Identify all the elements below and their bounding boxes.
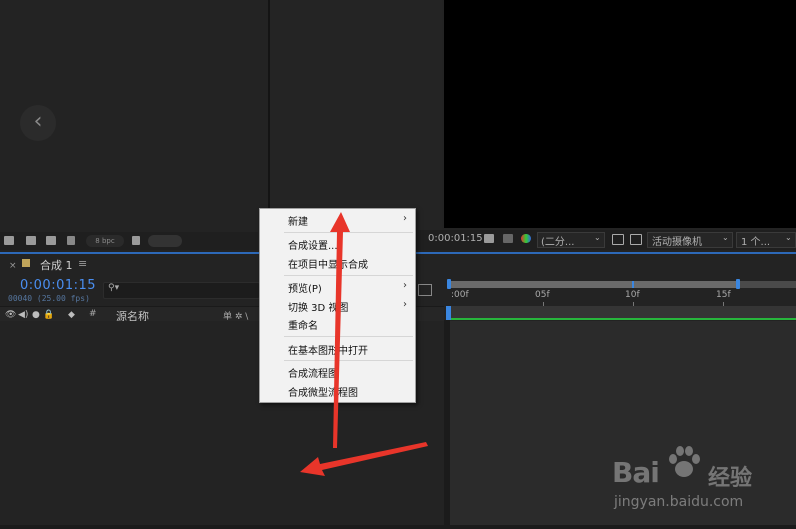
snapshot-icon[interactable] — [484, 234, 494, 243]
navigator-end-handle[interactable] — [736, 279, 740, 289]
menu-item-preview[interactable]: 预览(P) — [288, 280, 322, 295]
menu-separator — [284, 232, 413, 233]
label-tag-icon[interactable]: ◆ — [68, 310, 75, 320]
bpc-toggle[interactable]: 8 bpc — [86, 235, 124, 247]
ruler-label: 05f — [535, 290, 550, 300]
work-area-bar[interactable] — [450, 306, 796, 318]
time-navigator-range[interactable] — [450, 281, 738, 288]
watermark-url: jingyan.baidu.com — [614, 494, 744, 510]
chevron-down-icon: ⌄ — [722, 233, 729, 242]
watermark-brand: Bai — [612, 456, 660, 489]
ruler-label: 10f — [625, 290, 640, 300]
chevron-left-icon[interactable]: ‹ — [20, 105, 56, 141]
viewer-timecode[interactable]: 0:00:01:15 — [428, 233, 483, 244]
current-time-marker — [632, 281, 634, 288]
viewer-toolbar: 0:00:01:15 (二分... ⌄ 活动摄像机 ⌄ 1 个... ⌄ — [414, 230, 796, 250]
solo-icon[interactable]: ● — [32, 310, 40, 320]
resolution-value: (二分... — [541, 237, 575, 248]
menu-item-open-in-essential-graphics[interactable]: 在基本图形中打开 — [288, 342, 368, 357]
transparency-grid-icon[interactable] — [630, 234, 642, 245]
comp-color-swatch — [22, 259, 30, 267]
tab-composition-1[interactable]: 合成 1 — [40, 257, 73, 273]
views-select[interactable]: 1 个... ⌄ — [736, 232, 796, 248]
project-toolbar: 8 bpc — [0, 232, 258, 250]
menu-separator — [284, 360, 413, 361]
resolution-select[interactable]: (二分... ⌄ — [537, 232, 605, 248]
folder-icon[interactable] — [26, 236, 36, 245]
menu-item-rename[interactable]: 重命名 — [288, 317, 318, 332]
menu-item-new[interactable]: 新建 — [288, 213, 308, 228]
camera-value: 活动摄像机 — [652, 237, 702, 248]
navigator-start-handle[interactable] — [447, 279, 451, 289]
frame-rate-label: 00040 (25.00 fps) — [8, 294, 90, 303]
flowchart-icon[interactable] — [67, 236, 75, 245]
ruler-label: :00f — [451, 290, 469, 300]
current-time-display[interactable]: 0:00:01:15 — [20, 278, 96, 293]
menu-item-reveal-in-project[interactable]: 在项目中显示合成 — [288, 256, 368, 271]
chevron-right-icon: › — [403, 213, 407, 224]
effect-controls-panel — [270, 0, 442, 232]
chevron-right-icon: › — [403, 280, 407, 291]
menu-item-switch-3d-view[interactable]: 切换 3D 视图 — [288, 299, 348, 314]
interpret-footage-icon[interactable] — [4, 236, 14, 245]
audio-icon[interactable]: ◀) — [18, 310, 28, 320]
layer-number-column[interactable]: # — [89, 309, 97, 319]
lock-icon[interactable]: 🔒 — [43, 310, 54, 320]
visibility-icon[interactable]: 👁 — [5, 310, 16, 320]
watermark-cn-text: 经验 — [708, 466, 753, 491]
chevron-down-icon: ⌄ — [785, 233, 792, 242]
panel-menu-icon[interactable]: ≡ — [78, 257, 87, 270]
baidu-jingyan-watermark: Bai 经验 jingyan.baidu.com — [612, 442, 792, 526]
views-value: 1 个... — [741, 237, 771, 248]
camera-select[interactable]: 活动摄像机 ⌄ — [647, 232, 733, 248]
playhead-handle[interactable] — [446, 306, 451, 320]
render-progress-line — [450, 318, 796, 320]
trash-icon[interactable] — [132, 236, 140, 245]
menu-separator — [284, 275, 413, 276]
menu-item-comp-mini-flowchart[interactable]: 合成微型流程图 — [288, 384, 358, 399]
color-channels-icon[interactable] — [521, 234, 531, 243]
menu-separator — [284, 336, 413, 337]
composition-viewer[interactable] — [444, 0, 796, 228]
layer-search-input[interactable] — [103, 282, 260, 299]
paw-icon — [669, 446, 700, 477]
search-icon: ⚲▾ — [108, 283, 120, 293]
close-icon[interactable]: × — [9, 261, 17, 271]
menu-item-comp-flowchart[interactable]: 合成流程图 — [288, 365, 338, 380]
composition-icon[interactable] — [46, 236, 56, 245]
region-icon[interactable] — [612, 234, 624, 245]
toolbar-slider[interactable] — [148, 235, 182, 247]
chevron-right-icon: › — [403, 299, 407, 310]
ruler-label: 15f — [716, 290, 731, 300]
menu-item-comp-settings[interactable]: 合成设置... — [288, 237, 338, 252]
context-menu: 新建 › 合成设置... 在项目中显示合成 预览(P) › 切换 3D 视图 ›… — [259, 208, 416, 403]
show-snapshot-icon[interactable] — [503, 234, 513, 243]
comp-flowchart-icon[interactable] — [418, 284, 432, 296]
chevron-down-icon: ⌄ — [594, 233, 601, 242]
